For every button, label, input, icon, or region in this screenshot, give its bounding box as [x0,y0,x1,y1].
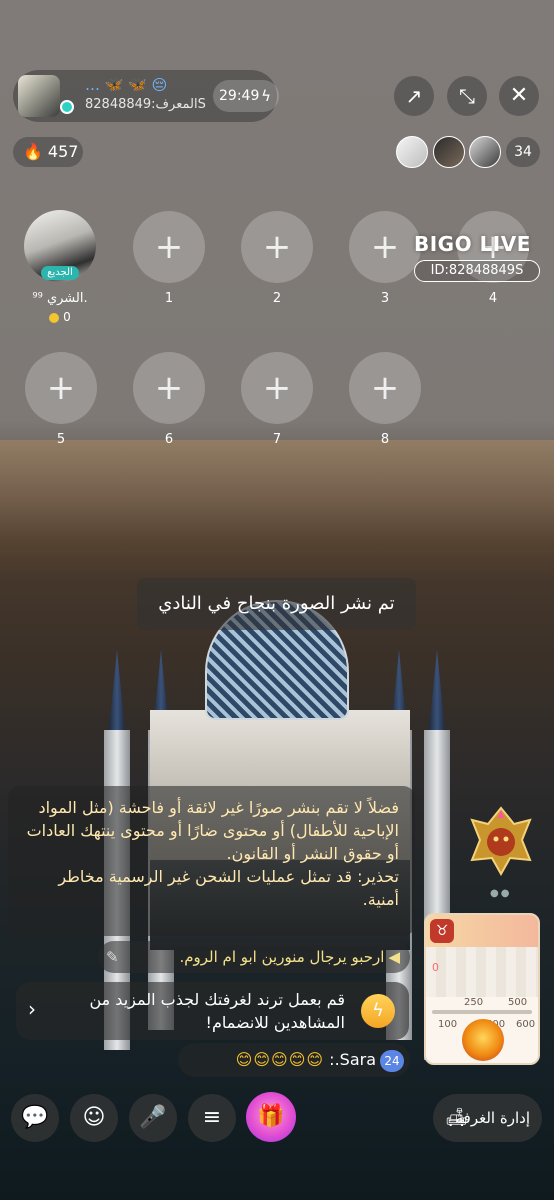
share-icon[interactable]: ↗ [394,76,434,116]
welcome-text: ارحبو يرجال منورين ابو ام الروم. [179,948,385,966]
host-seat-tag: الجديع [41,266,79,280]
tick-100: 100 [438,1019,458,1030]
trend-banner[interactable]: ϟ قم بعمل ترند لغرفتك لجذب المزيد من الم… [16,982,409,1040]
seat-label: 6 [164,432,174,447]
host-info-pill[interactable]: … 🦋 🦋 😔 المعرف:82848849S 29:49 ϟ [13,70,279,122]
coin-icon [49,312,60,323]
welcome-message[interactable]: ◀ارحبو يرجال منورين ابو ام الروم. ✎ [98,941,410,973]
content-policy-notice: فضلاً لا تقم بنشر صورًا غير لائقة أو فاح… [8,786,415,936]
verified-badge-icon [60,100,74,114]
speaker-icon: ◀ [388,948,400,966]
carousel-dots: ●● [490,888,512,899]
toast-message: تم نشر الصورة بنجاح في النادي [137,578,416,630]
seat-8[interactable]: + [349,352,421,424]
host-seat-name: الشري ⁹⁹. [32,291,88,306]
seat-7[interactable]: + [241,352,313,424]
chevron-left-icon[interactable]: ‹ [28,998,36,1021]
close-icon[interactable]: ✕ [499,76,539,116]
room-manage-button[interactable]: إدارة الغرفة 🛋 [433,1094,542,1142]
chat-emojis: 😊😊😊😊😊 [235,1050,325,1069]
sofa-icon: 🛋 [445,1107,468,1128]
seat-label: 8 [380,432,390,447]
bolt-icon: ϟ [261,87,271,105]
host-id: المعرف:82848849S [85,97,206,112]
heat-value: 457 [47,142,79,161]
room-id: ID:82848849S [414,260,540,282]
menu-icon[interactable]: ≡ [188,1094,236,1142]
seat-1[interactable]: + [133,211,205,283]
seat-3[interactable]: + [349,211,421,283]
chat-message[interactable]: 24Sara.: 😊😊😊😊😊 [178,1043,410,1077]
timer-value: 29:49 [219,88,260,104]
trend-text: قم بعمل ترند لغرفتك لجذب المزيد من المشا… [89,990,345,1032]
heart-value: 0 [432,961,439,974]
viewer-avatar[interactable] [433,136,465,168]
tick-250: 250 [464,997,484,1008]
gift-button[interactable]: 🎁 [246,1092,296,1142]
notice-text: فضلاً لا تقم بنشر صورًا غير لائقة أو فاح… [26,798,399,863]
brand-logo: BIGO LIVE [414,232,531,256]
user-level-badge: 24 [380,1049,404,1072]
host-seat-coins: 0 [24,310,96,324]
seat-label: 1 [164,291,174,306]
gift-event-card[interactable]: ♉ 0 250 500 100 400 600 [424,913,540,1065]
seat-label: 5 [56,432,66,447]
seat-5[interactable]: + [25,352,97,424]
host-name: … 🦋 🦋 😔 [85,76,168,94]
seat-label: 7 [272,432,282,447]
viewer-avatar[interactable] [396,136,428,168]
emoji-icon[interactable]: ☺ [70,1094,118,1142]
flame-icon: 🔥 [23,142,43,161]
seat-label: 2 [272,291,282,306]
live-timer: 29:49 ϟ [213,80,279,112]
taurus-icon: ♉ [430,919,454,943]
edit-icon[interactable]: ✎ [106,941,119,973]
rank-badge-icon[interactable] [466,806,536,876]
bolt-icon: ϟ [361,994,395,1028]
gift-orb-icon [462,1019,504,1061]
chat-username: Sara.: [329,1050,376,1069]
chat-icon[interactable]: 💬 [11,1094,59,1142]
microphone-icon[interactable]: 🎤 [129,1094,177,1142]
viewer-avatar[interactable] [469,136,501,168]
notice-warning: تحذير: قد تمثل عمليات الشحن غير الرسمية … [58,867,399,909]
heat-counter[interactable]: 🔥 457 [13,137,83,167]
minimize-icon[interactable]: ⤡ [447,76,487,116]
tick-500: 500 [508,997,528,1008]
bigo-watermark: BIGO LIVE ID:82848849S [414,232,540,282]
seat-2[interactable]: + [241,211,313,283]
seat-label: 3 [380,291,390,306]
progress-bar [432,1010,532,1014]
host-avatar[interactable] [18,75,60,117]
viewer-count[interactable]: 34 [506,137,540,167]
tick-600: 600 [516,1019,536,1030]
seat-6[interactable]: + [133,352,205,424]
seat-label: 4 [488,291,498,306]
